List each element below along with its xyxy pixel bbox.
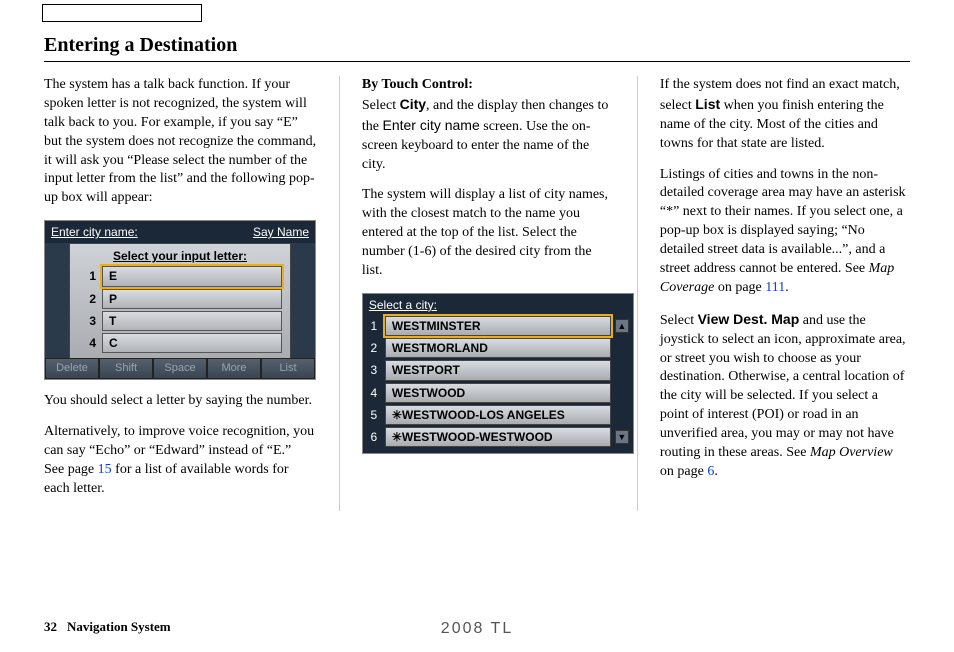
c3-p1: If the system does not find an exact mat… [660,76,910,154]
c1-p3: Alternatively, to improve voice recognit… [44,423,317,499]
title-rule [44,61,910,62]
city-row[interactable]: 1 WESTMINSTER ▲ [367,316,629,336]
c3-p3: Select View Dest. Map and use the joysti… [660,310,910,482]
c1-p2: You should select a letter by saying the… [44,392,317,411]
page-link-111[interactable]: 111 [765,280,785,295]
c2-p1: By Touch Control: Select City, and the d… [362,76,615,174]
city-row[interactable]: 6 ✳WESTWOOD-WESTWOOD ▼ [367,427,629,447]
city-row[interactable]: 2 WESTMORLAND [367,338,629,358]
page-link-15[interactable]: 15 [98,462,112,477]
delete-button[interactable]: Delete [45,358,99,379]
shot1-header-right: Say Name [253,224,309,240]
header-box [42,4,202,22]
column-3: If the system does not find an exact mat… [637,76,910,511]
model-label: 2008 TL [441,618,513,640]
shot1-popup-title: Select your input letter: [78,248,282,264]
footer: 32 Navigation System 2008 TL [44,618,910,636]
shot1-popup: Select your input letter: 1 E 2 P 3 T 4 … [69,243,291,362]
scroll-up-icon[interactable]: ▲ [615,319,629,333]
more-button[interactable]: More [207,358,261,379]
shot1-row[interactable]: 3 T [78,311,282,331]
shot1-row[interactable]: 1 E [78,266,282,286]
page-title: Entering a Destination [44,32,910,59]
page-number: 32 [44,618,57,636]
shot1-row-val: C [102,333,282,353]
shot1-row-num: 3 [78,313,96,329]
shot1-row-num: 4 [78,335,96,351]
list-button[interactable]: List [261,358,315,379]
city-row[interactable]: 5 ✳WESTWOOD-LOS ANGELES [367,405,629,425]
shot1-row-val: E [102,266,282,286]
c1-p1: The system has a talk back function. If … [44,76,317,208]
screenshot-city-list: Select a city: 1 WESTMINSTER ▲ 2 WESTMOR… [362,293,634,454]
shot1-row[interactable]: 2 P [78,289,282,309]
by-touch-heading: By Touch Control: [362,77,473,92]
column-1: The system has a talk back function. If … [44,76,317,511]
shot1-bottom-bar: Delete Shift Space More List [45,358,315,379]
c2-p2: The system will display a list of city n… [362,186,615,280]
c3-p2: Listings of cities and towns in the non-… [660,166,910,298]
screenshot-input-letter: Enter city name: Say Name Select your in… [44,220,316,380]
scroll-down-icon[interactable]: ▼ [615,430,629,444]
shot1-row-val: P [102,289,282,309]
shift-button[interactable]: Shift [99,358,153,379]
space-button[interactable]: Space [153,358,207,379]
city-row[interactable]: 3 WESTPORT [367,360,629,380]
shot1-row[interactable]: 4 C [78,333,282,353]
shot2-header: Select a city: [363,294,633,316]
shot1-row-num: 1 [78,268,96,284]
columns: The system has a talk back function. If … [44,76,910,511]
shot1-row-num: 2 [78,291,96,307]
shot1-header-left: Enter city name: [51,224,138,240]
section-name: Navigation System [67,618,171,636]
column-2: By Touch Control: Select City, and the d… [339,76,615,511]
city-row[interactable]: 4 WESTWOOD [367,383,629,403]
shot1-row-val: T [102,311,282,331]
